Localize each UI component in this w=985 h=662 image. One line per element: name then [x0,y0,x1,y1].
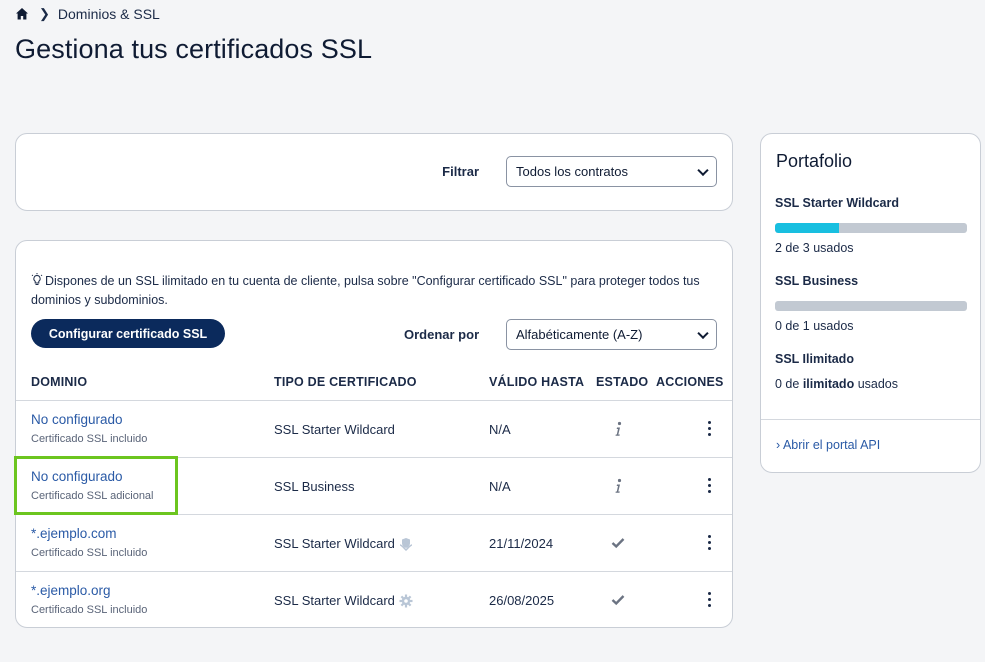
chevron-down-icon [697,164,709,176]
chevron-right-icon: › [776,438,781,452]
cert-type-label: SSL Starter Wildcard [274,422,395,437]
cert-type-label: SSL Starter Wildcard [274,536,395,551]
portfolio-item-title: SSL Ilimitado [775,352,854,366]
domain-link[interactable]: *.ejemplo.com [31,526,117,541]
column-header-actions: ACCIONES [656,375,724,389]
divider [761,419,980,420]
portfolio-item-title: SSL Starter Wildcard [775,196,899,210]
breadcrumb: ❯ Dominios & SSL [15,6,160,22]
cert-type: SSL Starter Wildcard [274,422,395,437]
valid-until: N/A [489,422,511,437]
valid-until: 21/11/2024 [489,536,554,551]
sort-select[interactable]: Alfabéticamente (A-Z) [506,319,717,350]
contract-filter-select[interactable]: Todos los contratos [506,156,717,187]
column-header-valid-until: VÁLIDO HASTA [489,375,585,389]
column-header-domain: DOMINIO [31,375,88,389]
home-icon[interactable] [15,7,29,21]
usage-text: 0 de ilimitado usados [775,377,898,391]
contract-filter-value: Todos los contratos [516,164,629,179]
domain-subtitle: Certificado SSL incluido [31,604,148,616]
configure-ssl-button[interactable]: Configurar certificado SSL [31,319,225,348]
domain-link[interactable]: *.ejemplo.org [31,583,111,598]
table-row: No configurado Certificado SSL incluido … [16,400,732,457]
portfolio-card: Portafolio SSL Starter Wildcard 2 de 3 u… [760,133,981,473]
filter-label: Filtrar [442,164,479,179]
shield-hand-icon [399,537,413,551]
sort-label: Ordenar por [404,327,480,342]
chevron-right-icon: ❯ [39,6,50,21]
cert-type-label: SSL Business [274,479,355,494]
info-icon[interactable] [610,420,626,438]
page-title: Gestiona tus certificados SSL [15,34,373,64]
check-icon [610,591,626,609]
table-row: No configurado Certificado SSL adicional… [16,457,732,514]
chevron-down-icon [697,327,709,339]
portfolio-item-title: SSL Business [775,274,859,288]
usage-progress-bar [775,301,967,311]
usage-prefix: 0 de [775,377,803,391]
table-row: *.ejemplo.org Certificado SSL incluido S… [16,571,732,627]
gear-icon [399,594,413,608]
sort-value: Alfabéticamente (A-Z) [516,327,643,342]
column-header-cert-type: TIPO DE CERTIFICADO [274,375,417,389]
domain-link[interactable]: No configurado [31,412,123,427]
breadcrumb-current: Dominios & SSL [57,6,160,22]
certificates-card: Dispones de un SSL ilimitado en tu cuent… [15,240,733,628]
cert-type-label: SSL Starter Wildcard [274,593,395,608]
api-portal-link[interactable]: › Abrir el portal API [776,438,880,452]
more-actions-icon[interactable] [706,535,712,553]
filter-card: Filtrar Todos los contratos [15,133,733,211]
column-header-status: ESTADO [596,375,649,389]
usage-text: 0 de 1 usados [775,319,854,333]
usage-progress-fill [775,223,839,233]
api-portal-label: Abrir el portal API [782,438,881,452]
lightbulb-icon [31,273,43,287]
cert-type: SSL Business [274,479,354,494]
domain-subtitle: Certificado SSL incluido [31,433,148,445]
usage-progress-bar [775,223,967,233]
more-actions-icon[interactable] [706,592,712,610]
usage-unlimited: ilimitado [802,377,855,391]
info-text: Dispones de un SSL ilimitado en tu cuent… [31,274,700,307]
valid-until: N/A [489,479,511,494]
check-icon [610,534,626,552]
info-icon[interactable] [610,477,626,495]
usage-suffix: usados [854,377,898,391]
domain-subtitle: Certificado SSL incluido [31,547,148,559]
more-actions-icon[interactable] [706,421,712,439]
cert-type: SSL Starter Wildcard [274,593,413,608]
domain-subtitle: Certificado SSL adicional [31,490,154,502]
cert-type: SSL Starter Wildcard [274,536,413,551]
more-actions-icon[interactable] [706,478,712,496]
usage-text: 2 de 3 usados [775,241,854,255]
info-message: Dispones de un SSL ilimitado en tu cuent… [31,272,721,310]
table-row: *.ejemplo.com Certificado SSL incluido S… [16,514,732,571]
portfolio-title: Portafolio [776,151,853,171]
domain-link[interactable]: No configurado [31,469,123,484]
valid-until: 26/08/2025 [489,593,555,608]
